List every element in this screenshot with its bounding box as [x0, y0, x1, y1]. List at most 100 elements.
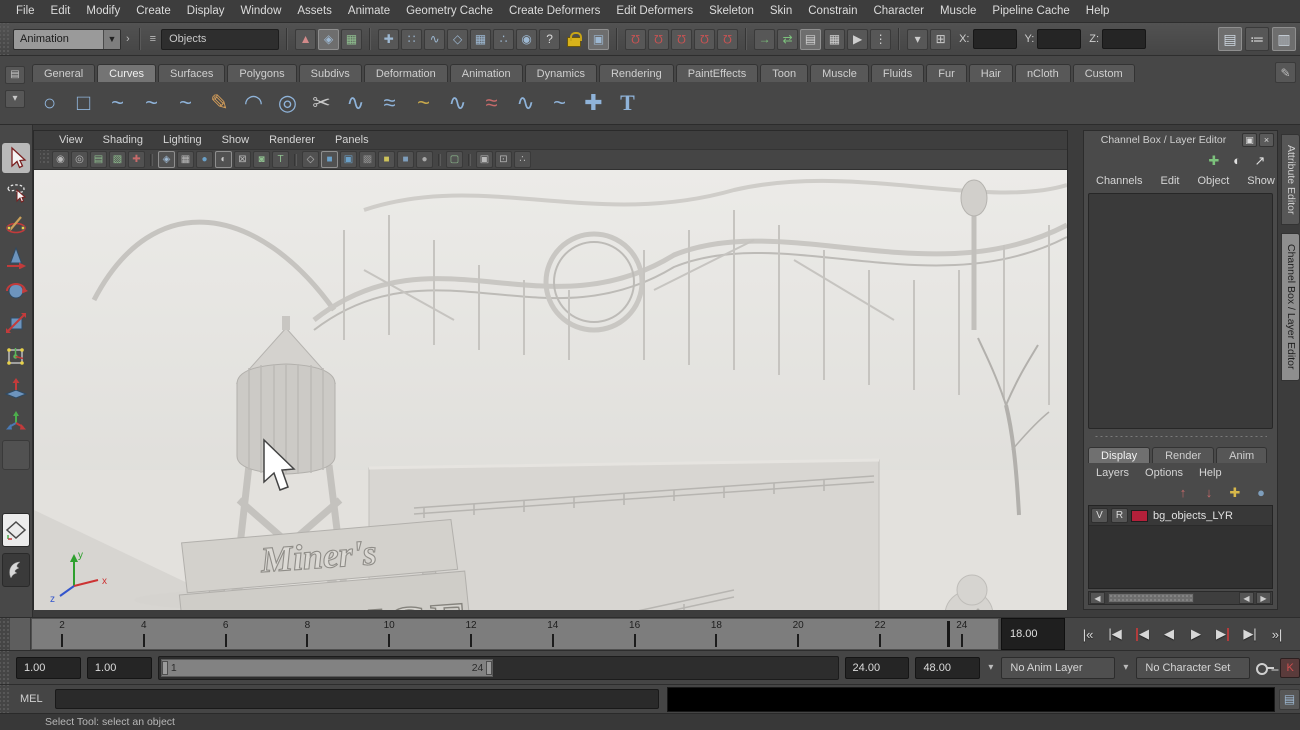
anim-end-field[interactable]: 48.00	[915, 657, 980, 679]
nurbs-square-icon[interactable]: □	[68, 88, 99, 119]
mask-handles-icon[interactable]: ◉	[516, 29, 537, 50]
range-end-handle[interactable]	[486, 661, 492, 675]
camera-icon[interactable]: ◉	[52, 151, 69, 168]
current-time-field[interactable]: 18.00	[1001, 618, 1065, 650]
ambient-light-icon[interactable]: ■	[378, 151, 395, 168]
toolbar-grip[interactable]	[0, 23, 10, 55]
shelf-tab-curves[interactable]: Curves	[97, 64, 156, 82]
menu-create-deformers[interactable]: Create Deformers	[501, 0, 608, 23]
viewport-menu-shading[interactable]: Shading	[94, 134, 152, 146]
selection-mask-field[interactable]: Objects	[161, 29, 279, 50]
time-slider-grip[interactable]	[0, 618, 10, 650]
mask-pivots-icon[interactable]: ∴	[493, 29, 514, 50]
time-slider[interactable]: 24681012141618202224	[31, 618, 999, 650]
mask-parm-points-icon[interactable]: ∷	[401, 29, 422, 50]
viewport-menu-renderer[interactable]: Renderer	[260, 134, 324, 146]
bezier-curve-tool-icon[interactable]: ~	[170, 88, 201, 119]
anim-layer-select[interactable]: No Anim Layer	[1001, 657, 1115, 679]
channel-graph-icon[interactable]: ↗	[1251, 151, 1269, 169]
viewport-scene[interactable]: Miner's REVENGE	[34, 170, 1067, 610]
attach-curves-icon[interactable]: ∿	[340, 88, 371, 119]
scroll-right-icon[interactable]: ▶	[1256, 592, 1271, 604]
shelf-menu-chevron-icon[interactable]: ▾	[5, 90, 25, 108]
shelf-tab-toon[interactable]: Toon	[760, 64, 808, 82]
layer-menu-options[interactable]: Options	[1137, 467, 1191, 479]
channel-list[interactable]	[1088, 193, 1273, 429]
shelf-tab-hair[interactable]: Hair	[969, 64, 1013, 82]
scroll-thumb[interactable]	[1108, 593, 1194, 603]
bookmark-icon[interactable]: ▤	[90, 151, 107, 168]
shelf-tab-polygons[interactable]: Polygons	[227, 64, 296, 82]
quick-layout-icon[interactable]: ⊞	[930, 29, 951, 50]
text-tool-icon[interactable]: T	[612, 88, 643, 119]
arc-tool-icon[interactable]: ◠	[238, 88, 269, 119]
snap-to-grid-icon[interactable]: Ω	[625, 29, 646, 50]
menu-constrain[interactable]: Constrain	[800, 0, 865, 23]
safe-action-icon[interactable]: ◙	[253, 151, 270, 168]
universal-manipulator-tool[interactable]	[2, 341, 30, 371]
ep-curve-tool-icon[interactable]: ~	[136, 88, 167, 119]
select-tool[interactable]	[2, 143, 30, 173]
move-layer-down-icon[interactable]: ↓	[1199, 483, 1219, 501]
share-view-icon[interactable]: ∴	[514, 151, 531, 168]
wireframe-icon[interactable]: ◇	[302, 151, 319, 168]
project-curve-icon[interactable]: ~	[544, 88, 575, 119]
layer-visible-toggle[interactable]: V	[1091, 508, 1108, 523]
play-forwards-button[interactable]: ▶	[1183, 622, 1209, 646]
menu-assets[interactable]: Assets	[289, 0, 340, 23]
gate-mask-icon[interactable]: ◐	[215, 151, 232, 168]
show-channel-box-button[interactable]: ▥	[1272, 27, 1296, 51]
move-tool[interactable]	[2, 242, 30, 272]
construction-history-icon[interactable]: ▤	[800, 29, 821, 50]
shelf-tab-fluids[interactable]: Fluids	[871, 64, 924, 82]
textured-icon[interactable]: ▣	[340, 151, 357, 168]
menu-display[interactable]: Display	[179, 0, 233, 23]
step-back-frame-button[interactable]: |◀	[1102, 622, 1128, 646]
layer-color-swatch[interactable]	[1131, 510, 1148, 522]
menu-animate[interactable]: Animate	[340, 0, 398, 23]
layer-tab-display[interactable]: Display	[1088, 447, 1150, 463]
scroll-left-icon[interactable]: ◀	[1090, 592, 1105, 604]
menu-modify[interactable]: Modify	[78, 0, 128, 23]
shelf-tab-muscle[interactable]: Muscle	[810, 64, 869, 82]
step-forward-frame-button[interactable]: ▶|	[1237, 622, 1263, 646]
playback-end-field[interactable]: 24.00	[845, 657, 910, 679]
playback-start-field[interactable]: 1.00	[87, 657, 152, 679]
go-to-start-button[interactable]: |«	[1075, 622, 1101, 646]
layer-menu-layers[interactable]: Layers	[1088, 467, 1137, 479]
x-coord-input[interactable]	[973, 29, 1017, 49]
channel-box-menu-show[interactable]: Show	[1239, 175, 1283, 187]
smooth-shade-icon[interactable]: ■	[321, 151, 338, 168]
anim-layer-chevron-icon[interactable]: ▾	[986, 662, 995, 673]
shelf-tab-surfaces[interactable]: Surfaces	[158, 64, 225, 82]
shelf-tab-list-icon[interactable]: ▤	[5, 66, 25, 84]
attribute-editor-tab[interactable]: Attribute Editor	[1281, 134, 1300, 225]
command-result-field[interactable]	[667, 687, 1275, 712]
step-back-key-button[interactable]: ◀	[1129, 622, 1155, 646]
character-set-select[interactable]: No Character Set	[1136, 657, 1250, 679]
z-coord-input[interactable]	[1102, 29, 1146, 49]
command-line-grip[interactable]	[0, 685, 10, 713]
shelf-tab-fur[interactable]: Fur	[926, 64, 967, 82]
channel-box-tab[interactable]: Channel Box / Layer Editor	[1281, 233, 1300, 381]
layer-tab-anim[interactable]: Anim	[1216, 447, 1267, 463]
command-input[interactable]	[55, 689, 659, 709]
snap-to-point-icon[interactable]: Ω	[671, 29, 692, 50]
use-default-material-icon[interactable]: ▩	[359, 151, 376, 168]
set-key-icon[interactable]	[1256, 662, 1274, 674]
camera-attributes-icon[interactable]: ◎	[71, 151, 88, 168]
shelf-tab-rendering[interactable]: Rendering	[599, 64, 674, 82]
select-object-icon[interactable]: ◈	[318, 29, 339, 50]
menu-geometry-cache[interactable]: Geometry Cache	[398, 0, 501, 23]
image-plane-icon[interactable]: ▧	[109, 151, 126, 168]
menu-window[interactable]: Window	[232, 0, 289, 23]
menu-edit[interactable]: Edit	[43, 0, 79, 23]
section-collapse-icon[interactable]: ≡	[148, 33, 158, 45]
insert-knot-icon[interactable]: ∿	[442, 88, 473, 119]
menuset-dropdown[interactable]: Animation ▼	[13, 29, 121, 50]
layer-scrollbar[interactable]: ◀ ◀ ▶	[1088, 591, 1273, 605]
move-layer-up-icon[interactable]: ↑	[1173, 483, 1193, 501]
make-live-icon[interactable]: Ω	[717, 29, 738, 50]
snap-to-curve-icon[interactable]: Ω	[648, 29, 669, 50]
menu-file[interactable]: File	[8, 0, 43, 23]
